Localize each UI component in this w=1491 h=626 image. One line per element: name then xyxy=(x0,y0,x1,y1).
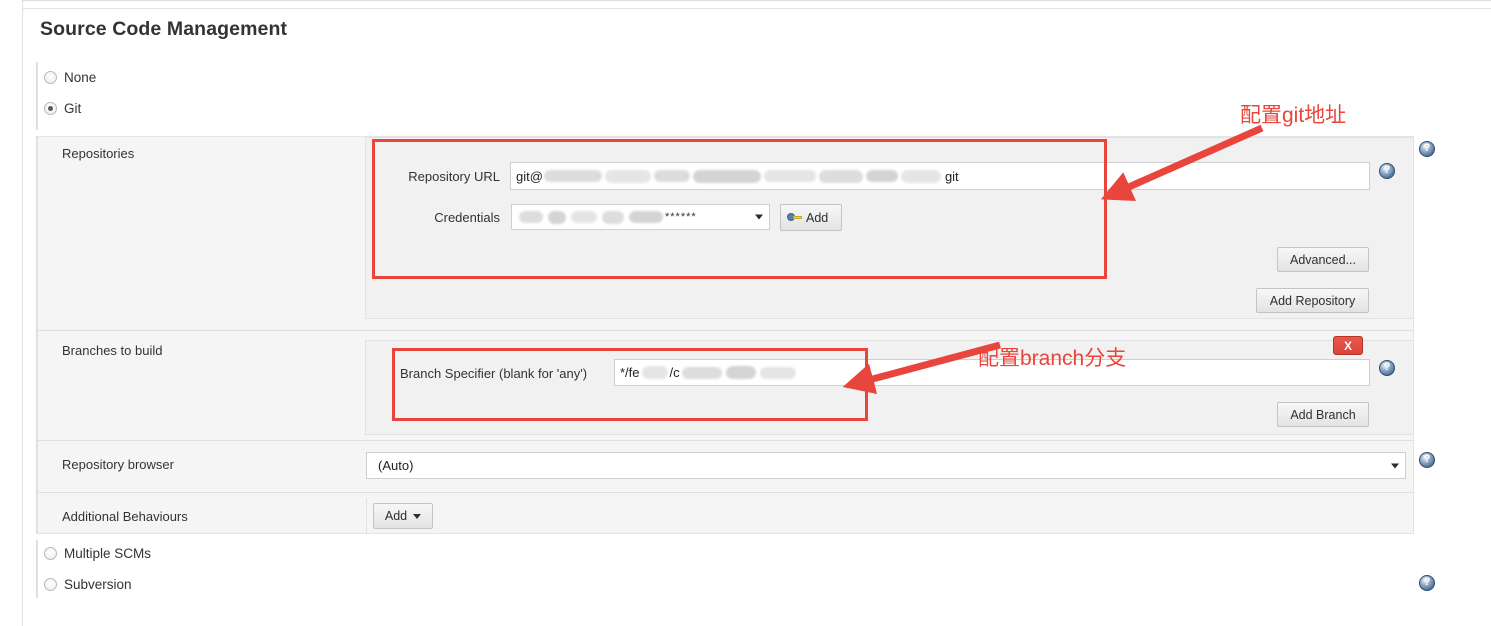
scm-option-none-label: None xyxy=(64,70,97,85)
radio-none[interactable] xyxy=(44,71,57,84)
credentials-masked-value: ****** xyxy=(665,211,697,223)
scm-option-none[interactable]: None xyxy=(44,70,96,85)
radio-multiple-scms[interactable] xyxy=(44,547,57,560)
redacted-credential-part-1 xyxy=(519,211,543,223)
repository-browser-select[interactable]: (Auto) xyxy=(366,452,1406,479)
scm-option-multiple-scms[interactable]: Multiple SCMs xyxy=(44,546,151,561)
redacted-url-part-1 xyxy=(543,170,602,182)
scm-option-git-label: Git xyxy=(64,101,82,116)
scm-option-multiple-scms-label: Multiple SCMs xyxy=(64,546,152,561)
branch-specifier-input[interactable]: */fe /c xyxy=(614,359,1370,386)
redacted-credential-part-5 xyxy=(629,211,663,223)
credentials-select[interactable]: ****** xyxy=(511,204,770,230)
branch-specifier-value-part1: */fe xyxy=(620,365,640,380)
add-credentials-button[interactable]: Add xyxy=(780,204,842,231)
chevron-down-icon-credentials[interactable] xyxy=(755,214,763,220)
redacted-url-part-6 xyxy=(818,169,863,183)
scm-option-subversion[interactable]: Subversion xyxy=(44,577,132,592)
indent-bar-bottom xyxy=(36,540,38,598)
add-credentials-label: Add xyxy=(806,210,829,225)
delete-branch-button[interactable]: X xyxy=(1333,336,1363,355)
panel-separator-1 xyxy=(38,330,1414,331)
additional-behaviours-label: Additional Behaviours xyxy=(62,509,188,524)
credentials-label: Credentials xyxy=(434,210,500,225)
advanced-button[interactable]: Advanced... xyxy=(1277,247,1369,272)
page-title: Source Code Management xyxy=(40,18,288,40)
add-branch-button[interactable]: Add Branch xyxy=(1277,402,1369,427)
branch-specifier-value-part2: /c xyxy=(669,365,680,380)
redacted-branch-part-4 xyxy=(759,366,796,379)
redacted-credential-part-4 xyxy=(602,210,624,224)
advanced-label: Advanced... xyxy=(1289,252,1356,267)
branches-subpanel-edge xyxy=(365,340,366,435)
redacted-url-part-7 xyxy=(865,170,898,182)
help-icon-repository-browser[interactable]: ? xyxy=(1419,452,1435,468)
redacted-credential-part-2 xyxy=(548,210,566,224)
redacted-branch-part-3 xyxy=(725,366,756,379)
help-icon-repository-url[interactable]: ? xyxy=(1379,163,1395,179)
repository-url-label: Repository URL xyxy=(408,169,500,184)
jenkins-scm-config-page: Source Code Management None Git Reposito… xyxy=(0,0,1491,626)
branch-specifier-label: Branch Specifier (blank for 'any') xyxy=(400,366,588,381)
redacted-branch-part-2 xyxy=(681,366,722,379)
additional-behaviours-add-button[interactable]: Add xyxy=(373,503,433,529)
branches-to-build-label: Branches to build xyxy=(62,343,163,358)
repositories-subpanel-edge xyxy=(365,137,366,319)
top-divider xyxy=(23,8,1491,9)
repository-url-prefix: git@ xyxy=(516,168,543,184)
indent-bar-top xyxy=(36,62,38,130)
redacted-url-part-8 xyxy=(900,169,941,183)
chevron-down-icon-repo-browser[interactable] xyxy=(1391,463,1399,468)
additional-behaviours-edge xyxy=(366,498,367,534)
repositories-label: Repositories xyxy=(62,146,135,161)
help-icon-repositories[interactable]: ? xyxy=(1419,141,1435,157)
scm-option-subversion-label: Subversion xyxy=(64,577,132,592)
repository-browser-value: (Auto) xyxy=(378,458,414,473)
help-icon-branch-specifier[interactable]: ? xyxy=(1379,360,1395,376)
redacted-url-part-5 xyxy=(763,170,816,182)
redacted-url-part-2 xyxy=(604,169,651,183)
repository-url-input[interactable]: git@ git xyxy=(510,162,1370,190)
help-icon-subversion[interactable]: ? xyxy=(1419,575,1435,591)
panel-separator-2 xyxy=(38,440,1414,441)
add-repository-label: Add Repository xyxy=(1269,293,1356,308)
panel-separator-3 xyxy=(38,492,1414,493)
radio-subversion[interactable] xyxy=(44,578,57,591)
redacted-url-part-4 xyxy=(692,169,761,183)
additional-behaviours-add-label: Add xyxy=(384,509,408,523)
repository-url-suffix: git xyxy=(944,168,959,184)
delete-branch-label: X xyxy=(1343,338,1352,353)
redacted-credential-part-3 xyxy=(571,211,597,223)
branches-subpanel xyxy=(365,340,1414,435)
add-repository-button[interactable]: Add Repository xyxy=(1256,288,1369,313)
redacted-branch-part-1 xyxy=(641,366,668,379)
scm-option-git[interactable]: Git xyxy=(44,101,81,116)
redacted-url-part-3 xyxy=(653,170,690,182)
repository-browser-label: Repository browser xyxy=(62,457,174,472)
key-icon xyxy=(787,212,802,223)
radio-git[interactable] xyxy=(44,102,57,115)
add-branch-label: Add Branch xyxy=(1290,407,1356,422)
chevron-down-icon-behaviours xyxy=(413,513,422,519)
